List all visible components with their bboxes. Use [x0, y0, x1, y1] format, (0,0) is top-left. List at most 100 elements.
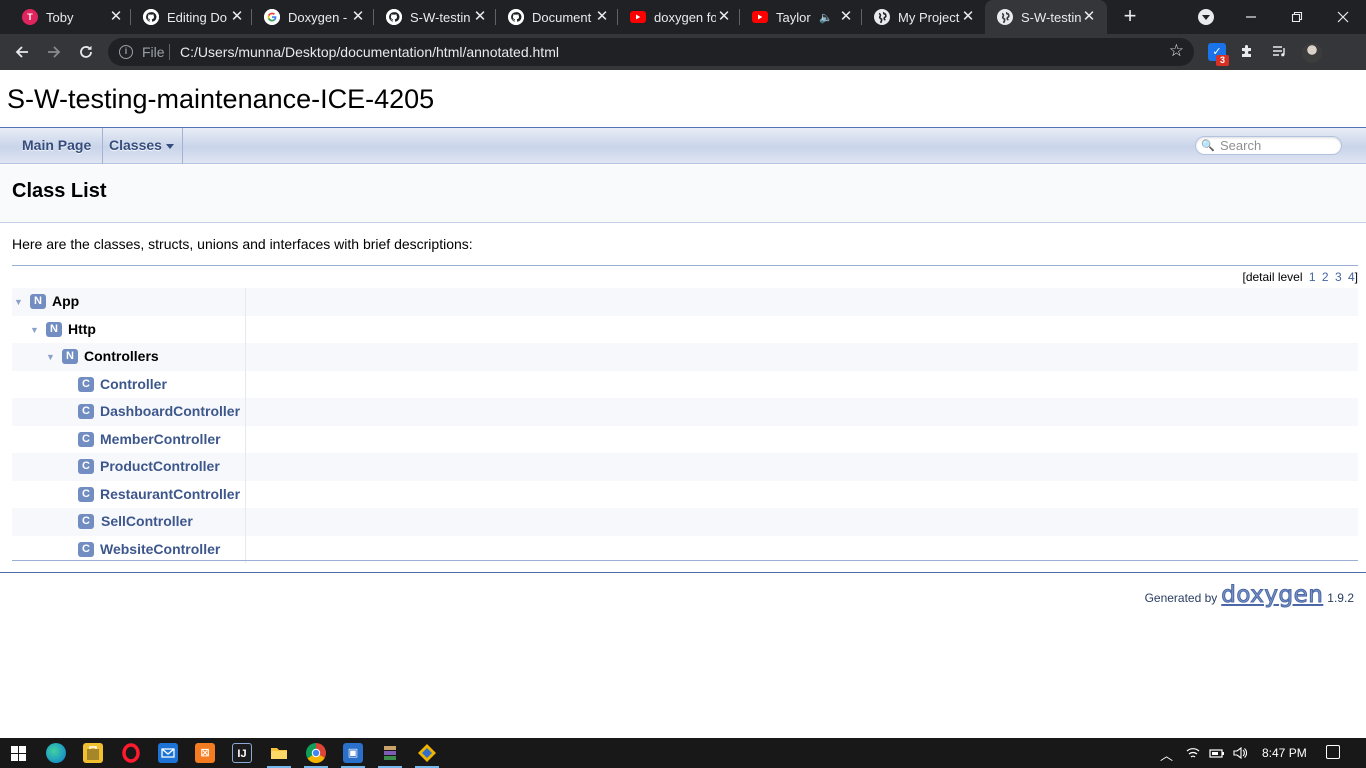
class-link[interactable]: MemberController: [100, 431, 221, 447]
tab-title: doxygen fo: [654, 9, 716, 25]
expand-arrow-icon[interactable]: ▼: [46, 352, 55, 362]
expand-arrow-icon[interactable]: ▼: [30, 325, 39, 335]
browser-tab[interactable]: T Toby ✕: [12, 0, 124, 34]
namespace-name[interactable]: Http: [68, 321, 96, 337]
url-text[interactable]: C:/Users/munna/Desktop/documentation/htm…: [180, 44, 559, 60]
xampp-icon[interactable]: ⊠: [195, 743, 215, 763]
windows-start-icon[interactable]: [11, 746, 26, 761]
store-icon[interactable]: [83, 743, 103, 763]
class-link[interactable]: DashboardController: [100, 403, 240, 419]
browser-toolbar: i File C:/Users/munna/Desktop/documentat…: [0, 34, 1366, 102]
chevron-down-icon: [165, 143, 174, 149]
close-icon[interactable]: ✕: [594, 9, 610, 25]
detail-level-link[interactable]: 1: [1309, 270, 1316, 284]
table-row: C WebsiteController: [12, 535, 1358, 563]
address-bar[interactable]: i File C:/Users/munna/Desktop/documentat…: [108, 38, 1194, 66]
namespace-icon: N: [62, 349, 78, 364]
back-button[interactable]: [8, 38, 36, 66]
class-link[interactable]: WebsiteController: [100, 541, 220, 557]
search-box[interactable]: 🔍: [1195, 136, 1342, 155]
nav-classes-menu[interactable]: Classes: [98, 128, 183, 164]
footer: Generated by doxygen 1.9.2: [1145, 582, 1354, 609]
file-explorer-icon[interactable]: [269, 743, 289, 763]
class-link[interactable]: ProductController: [100, 458, 220, 474]
close-icon[interactable]: ✕: [838, 9, 854, 25]
class-link[interactable]: Controller: [100, 376, 167, 392]
detail-level-link[interactable]: 4: [1348, 270, 1355, 284]
github-icon: [386, 9, 402, 25]
opera-icon[interactable]: [121, 743, 141, 763]
extension-badge: 3: [1216, 55, 1229, 66]
audio-playing-icon[interactable]: 🔈: [814, 11, 838, 24]
table-row: ▼ N Http: [12, 315, 1358, 343]
namespace-name[interactable]: App: [52, 293, 79, 309]
chrome-icon[interactable]: [306, 743, 326, 763]
search-input[interactable]: [1220, 138, 1338, 153]
notification-center-icon[interactable]: [1326, 745, 1340, 759]
sourcetree-icon[interactable]: [417, 743, 437, 763]
browser-tab-active[interactable]: S-W-testin ✕: [985, 0, 1107, 34]
taskbar-clock[interactable]: 8:47 PM: [1262, 746, 1307, 760]
info-icon[interactable]: i: [119, 45, 133, 59]
tree-entry: C SellController: [12, 508, 246, 536]
tree-entry: C WebsiteController: [12, 535, 246, 563]
archive-icon[interactable]: [380, 743, 400, 763]
new-tab-button[interactable]: +: [1118, 5, 1142, 29]
close-icon[interactable]: ✕: [350, 9, 366, 25]
namespace-name[interactable]: Controllers: [84, 348, 159, 364]
tree-entry: C MemberController: [12, 425, 246, 453]
restore-icon[interactable]: [1274, 0, 1320, 34]
close-icon[interactable]: ✕: [229, 9, 245, 25]
close-icon[interactable]: ✕: [1081, 9, 1097, 25]
tab-search-icon[interactable]: [1198, 9, 1214, 25]
browser-tab[interactable]: My Project ✕: [864, 0, 976, 34]
tab-separator: [739, 9, 740, 25]
table-row: C DashboardController: [12, 398, 1358, 426]
intellij-icon[interactable]: IJ: [232, 743, 252, 763]
detail-level-link[interactable]: 3: [1335, 270, 1342, 284]
wifi-icon[interactable]: [1185, 745, 1201, 764]
minimize-icon[interactable]: [1228, 0, 1274, 34]
detail-level-link[interactable]: 2: [1322, 270, 1329, 284]
mail-icon[interactable]: [158, 743, 178, 763]
class-link[interactable]: RestaurantController: [100, 486, 240, 502]
profile-avatar[interactable]: [1302, 43, 1322, 63]
browser-tab[interactable]: doxygen fo ✕: [620, 0, 732, 34]
tab-title: S-W-testin: [1021, 9, 1081, 25]
show-hidden-icons-icon[interactable]: ︿: [1160, 745, 1173, 764]
close-icon[interactable]: ✕: [472, 9, 488, 25]
browser-tab[interactable]: Doxygen - ✕: [254, 0, 366, 34]
project-title: S-W-testing-maintenance-ICE-4205: [7, 84, 435, 114]
url-scheme-label: File: [142, 44, 165, 60]
tab-title: My Project: [898, 9, 960, 25]
close-icon[interactable]: ✕: [960, 9, 976, 25]
tab-title: Toby: [46, 9, 74, 25]
expand-arrow-icon[interactable]: ▼: [14, 297, 23, 307]
browser-tab[interactable]: Taylor 🔈 ✕: [742, 0, 854, 34]
media-control-icon[interactable]: [1270, 43, 1288, 61]
close-icon[interactable]: ✕: [108, 9, 124, 25]
doxygen-logo[interactable]: doxygen: [1221, 582, 1324, 609]
browser-tab[interactable]: Document ✕: [498, 0, 610, 34]
close-window-icon[interactable]: [1320, 0, 1366, 34]
doxygen-nav-bar: Main Page Classes 🔍: [0, 128, 1366, 164]
browser-tab[interactable]: S-W-testin ✕: [376, 0, 488, 34]
close-icon[interactable]: ✕: [716, 9, 732, 25]
extensions-puzzle-icon[interactable]: [1238, 43, 1256, 61]
namespace-icon: N: [46, 321, 62, 337]
control-panel-icon[interactable]: ▣: [343, 743, 363, 763]
reload-button[interactable]: [72, 38, 100, 66]
edge-icon[interactable]: [46, 743, 66, 763]
github-icon: [508, 9, 524, 25]
browser-tab[interactable]: Editing Do ✕: [133, 0, 245, 34]
search-icon[interactable]: 🔍: [1201, 139, 1215, 152]
battery-icon[interactable]: [1209, 745, 1225, 764]
bookmark-star-icon[interactable]: ☆: [1169, 41, 1184, 61]
globe-icon: [997, 9, 1013, 25]
nav-main-page[interactable]: Main Page: [0, 128, 104, 164]
tab-separator: [861, 9, 862, 25]
forward-button[interactable]: [40, 38, 68, 66]
volume-icon[interactable]: [1232, 745, 1248, 764]
class-link[interactable]: SellController: [101, 513, 193, 529]
table-row: C Controller: [12, 370, 1358, 398]
